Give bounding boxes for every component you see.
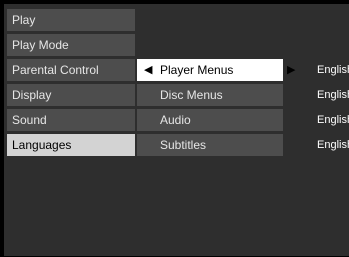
arrow-right-icon[interactable]: ▶ (287, 59, 295, 81)
menu-item-languages[interactable]: Languages (7, 134, 135, 156)
menu-item-label: Display (12, 88, 52, 102)
submenu-item-label: Disc Menus (160, 88, 223, 102)
submenu-item-disc-menus[interactable]: Disc Menus (137, 84, 283, 106)
submenu-item-label: Audio (160, 113, 191, 127)
submenu-item-audio[interactable]: Audio (137, 109, 283, 131)
screen: Play Play Mode Parental Control Display … (0, 0, 349, 257)
menu-item-label: Play Mode (12, 38, 69, 52)
arrow-left-icon[interactable]: ◀ (144, 59, 152, 81)
menu-item-label: Sound (12, 113, 47, 127)
menu-item-sound[interactable]: Sound (7, 109, 135, 131)
menu-item-display[interactable]: Display (7, 84, 135, 106)
menu-item-play[interactable]: Play (7, 9, 135, 31)
value-player-menus: English (317, 64, 349, 76)
value-audio: English (317, 114, 349, 126)
menu-item-play-mode[interactable]: Play Mode (7, 34, 135, 56)
submenu-item-subtitles[interactable]: Subtitles (137, 134, 283, 156)
menu-item-label: Parental Control (12, 63, 99, 77)
submenu-item-label: Subtitles (160, 138, 207, 152)
submenu-item-player-menus[interactable]: ◀ Player Menus ▶ (137, 59, 295, 81)
menu-item-label: Play (12, 13, 36, 27)
value-disc-menus: English (317, 89, 349, 101)
menu-item-parental-control[interactable]: Parental Control (7, 59, 135, 81)
value-subtitles: English (317, 139, 349, 151)
menu-item-label: Languages (12, 138, 72, 152)
submenu-item-label: Player Menus (160, 63, 234, 77)
